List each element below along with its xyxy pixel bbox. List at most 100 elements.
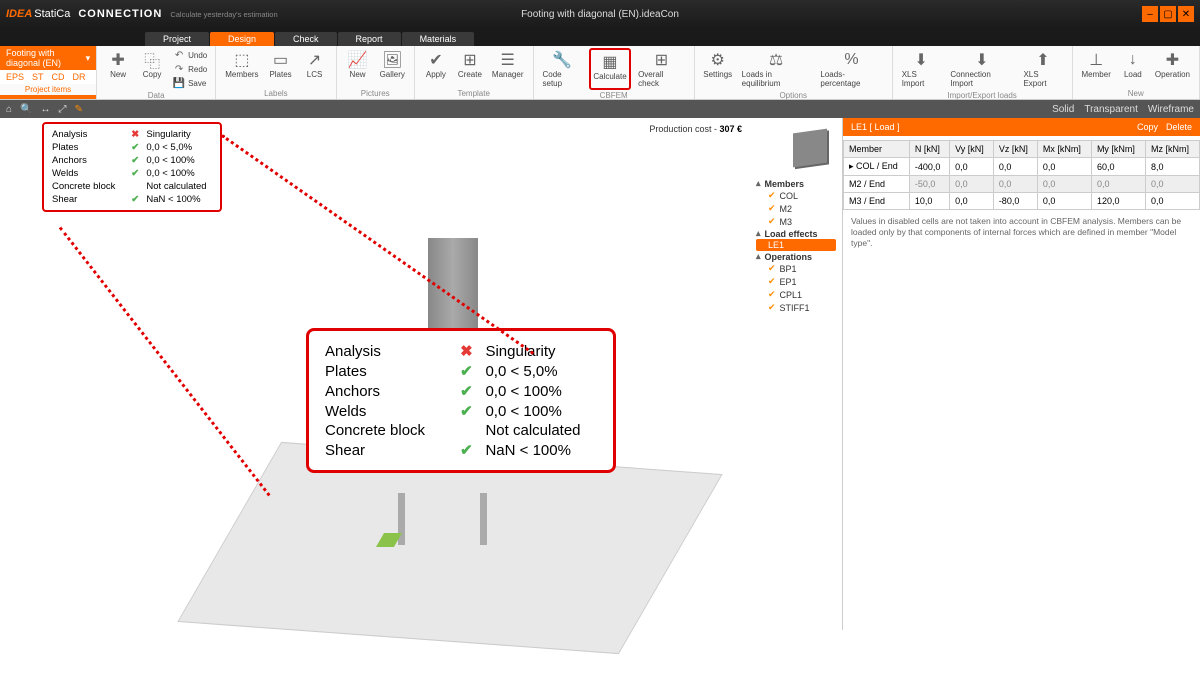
navigation-cube[interactable]: [786, 124, 834, 172]
percent-icon: %: [842, 50, 862, 70]
gear-icon: ⚙: [708, 50, 728, 70]
side-copy-button[interactable]: Copy: [1137, 122, 1158, 132]
xls-export-icon: ⬆: [1033, 50, 1053, 70]
lcs-button[interactable]: ↗LCS: [300, 48, 330, 88]
overall-check-button[interactable]: ⊞Overall check: [635, 48, 688, 90]
tree-item-ep1[interactable]: ✔EP1: [756, 275, 836, 288]
table-row[interactable]: M3 / End10,00,0-80,00,0120,00,0: [844, 193, 1200, 210]
manager-button[interactable]: ☰Manager: [489, 48, 527, 88]
copy-button[interactable]: ⿻Copy: [137, 48, 167, 90]
ribbon-group-project: Footing with diagonal (EN)▾ EPS ST CD DR…: [0, 46, 97, 99]
project-item-name[interactable]: Footing with diagonal (EN): [6, 48, 80, 68]
save-button[interactable]: 💾Save: [171, 76, 209, 90]
tab-materials[interactable]: Materials: [402, 32, 475, 46]
tab-check[interactable]: Check: [275, 32, 337, 46]
close-button[interactable]: ✕: [1178, 6, 1194, 22]
view-wireframe[interactable]: Wireframe: [1148, 104, 1194, 115]
xls-import-button[interactable]: ⬇XLS Import: [899, 48, 944, 90]
undo-button[interactable]: ↶Undo: [171, 48, 209, 62]
ribbon-group-cbfem: 🔧Code setup ▦Calculate ⊞Overall check CB…: [534, 46, 695, 99]
tree-item-le1[interactable]: LE1: [756, 239, 836, 251]
brand-logo: IDEA: [6, 8, 32, 20]
tab-report[interactable]: Report: [338, 32, 401, 46]
tree-item-stiff1[interactable]: ✔STIFF1: [756, 301, 836, 314]
side-note: Values in disabled cells are not taken i…: [843, 210, 1200, 255]
result-row: Anchors✔0,0 < 100%: [52, 154, 212, 167]
new-icon: ✚: [108, 50, 128, 70]
anchor-bolt: [480, 493, 487, 545]
gallery-button[interactable]: 🖼Gallery: [377, 48, 408, 88]
plates-icon: ▭: [271, 50, 291, 70]
proj-eps[interactable]: EPS: [6, 72, 24, 82]
tree-item-m3[interactable]: ✔M3: [756, 215, 836, 228]
ribbon-group-data: ✚New ⿻Copy ↶Undo ↷Redo 💾Save Data: [97, 46, 216, 99]
result-row: Concrete blockNot calculated: [52, 180, 212, 193]
tree-item-bp1[interactable]: ✔BP1: [756, 262, 836, 275]
result-row: Plates✔0,0 < 5,0%: [325, 361, 597, 381]
check-icon: ✔: [768, 276, 776, 287]
create-button[interactable]: ⊞Create: [455, 48, 485, 88]
maximize-button[interactable]: ▢: [1160, 6, 1176, 22]
proj-st[interactable]: ST: [32, 72, 44, 82]
view-solid[interactable]: Solid: [1052, 104, 1074, 115]
proj-dr[interactable]: DR: [73, 72, 86, 82]
xls-export-button[interactable]: ⬆XLS Export: [1020, 48, 1065, 90]
redo-button[interactable]: ↷Redo: [171, 62, 209, 76]
brush-icon[interactable]: ✎: [75, 104, 83, 115]
group-label-options: Options: [701, 90, 886, 101]
expand-icon[interactable]: ⤢: [59, 104, 67, 115]
viewport-3d[interactable]: Production cost - 307 € ▴Members ✔COL ✔M…: [0, 118, 842, 630]
connection-import-button[interactable]: ⬇Connection Import: [947, 48, 1016, 90]
concrete-slab: [177, 442, 722, 654]
arrows-icon[interactable]: ↔: [41, 104, 51, 115]
tree-operations-header[interactable]: Operations: [765, 252, 813, 262]
new-member-button[interactable]: ⊥Member: [1079, 48, 1114, 88]
settings-button[interactable]: ⚙Settings: [701, 48, 735, 90]
code-setup-button[interactable]: 🔧Code setup: [540, 48, 585, 90]
side-panel: LE1 [ Load ] Copy Delete MemberN [kN]Vy …: [842, 118, 1200, 630]
tree-item-cpl1[interactable]: ✔CPL1: [756, 288, 836, 301]
view-transparent[interactable]: Transparent: [1084, 104, 1138, 115]
new-operation-button[interactable]: ✚Operation: [1152, 48, 1193, 88]
tab-project[interactable]: Project: [145, 32, 209, 46]
result-row: Shear✔NaN < 100%: [52, 193, 212, 206]
side-delete-button[interactable]: Delete: [1166, 122, 1192, 132]
results-box-small: Analysis✖SingularityPlates✔0,0 < 5,0%Anc…: [42, 122, 222, 212]
loads-percentage-button[interactable]: %Loads-percentage: [817, 48, 885, 90]
calculate-icon: ▦: [600, 52, 620, 72]
loads-equilibrium-button[interactable]: ⚖Loads in equilibrium: [739, 48, 814, 90]
table-row[interactable]: M2 / End-50,00,00,00,00,00,0: [844, 176, 1200, 193]
collapse-icon[interactable]: ▴: [756, 251, 761, 262]
result-row: Welds✔0,0 < 100%: [325, 401, 597, 421]
collapse-icon[interactable]: ▴: [756, 178, 761, 189]
tree-members-header[interactable]: Members: [765, 179, 805, 189]
members-button[interactable]: ⬚Members: [222, 48, 261, 88]
home-icon[interactable]: ⌂: [6, 104, 12, 115]
create-icon: ⊞: [460, 50, 480, 70]
plates-button[interactable]: ▭Plates: [266, 48, 296, 88]
proj-cd[interactable]: CD: [52, 72, 65, 82]
new-load-button[interactable]: ↓Load: [1118, 48, 1148, 88]
app-name: CONNECTION: [78, 8, 162, 20]
calculate-button[interactable]: ▦Calculate: [589, 48, 631, 90]
tree-loadeffects-header[interactable]: Load effects: [765, 229, 818, 239]
table-row[interactable]: COL / End-400,00,00,00,060,08,0: [844, 158, 1200, 176]
minimize-button[interactable]: –: [1142, 6, 1158, 22]
new-button[interactable]: ✚New: [103, 48, 133, 90]
tab-design[interactable]: Design: [210, 32, 274, 46]
search-icon[interactable]: 🔍: [20, 104, 32, 115]
collapse-icon[interactable]: ▴: [756, 228, 761, 239]
apply-button[interactable]: ✔Apply: [421, 48, 451, 88]
picture-icon: 📈: [348, 50, 368, 70]
group-label-cbfem: CBFEM: [540, 90, 688, 101]
result-row: Analysis✖Singularity: [325, 341, 597, 361]
title-bar: IDEA StatiCa CONNECTION Calculate yester…: [0, 0, 1200, 28]
check-icon: ✔: [768, 263, 776, 274]
loads-table[interactable]: MemberN [kN]Vy [kN]Vz [kN]Mx [kNm]My [kN…: [843, 140, 1200, 210]
pic-new-button[interactable]: 📈New: [343, 48, 373, 88]
ribbon-group-new: ⊥Member ↓Load ✚Operation New: [1073, 46, 1200, 99]
operation-icon: ✚: [1162, 50, 1182, 70]
tree-item-col[interactable]: ✔COL: [756, 189, 836, 202]
tree-item-m2[interactable]: ✔M2: [756, 202, 836, 215]
copy-icon: ⿻: [142, 50, 162, 70]
